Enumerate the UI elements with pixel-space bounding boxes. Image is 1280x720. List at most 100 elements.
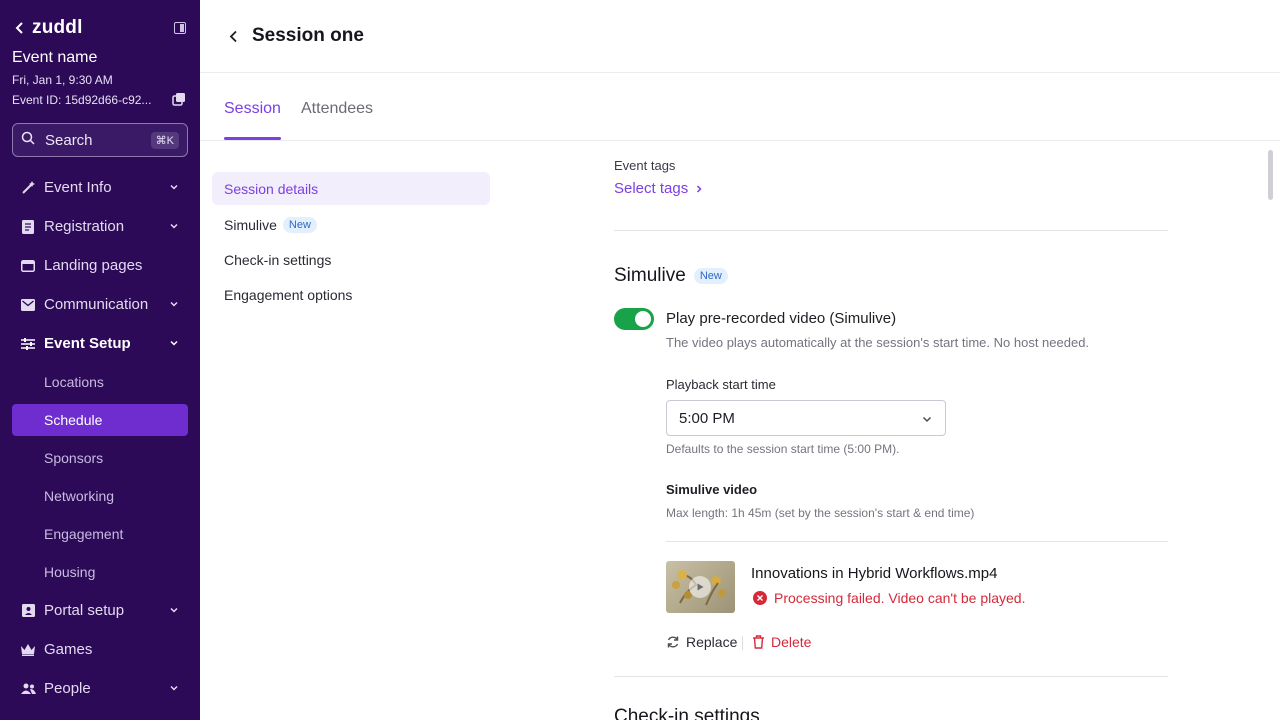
chevron-down-icon xyxy=(170,340,178,346)
section-nav-session-details[interactable]: Session details xyxy=(212,172,490,205)
chevron-down-icon xyxy=(170,223,178,229)
section-nav-label: Engagement options xyxy=(224,286,353,303)
delete-label: Delete xyxy=(771,634,812,650)
replace-label: Replace xyxy=(686,634,738,650)
people-icon xyxy=(20,681,36,697)
search-shortcut: ⌘K xyxy=(150,131,179,149)
chevron-right-icon xyxy=(697,184,702,193)
chevron-down-icon xyxy=(170,301,178,307)
video-divider xyxy=(666,541,1168,542)
chevron-down-icon xyxy=(922,416,932,423)
playback-start-select[interactable]: 5:00 PM xyxy=(666,400,946,436)
browser-icon xyxy=(20,258,36,274)
search-icon xyxy=(21,131,35,150)
simulive-toggle-help: The video plays automatically at the ses… xyxy=(666,335,1090,350)
event-date: Fri, Jan 1, 9:30 AM xyxy=(12,73,113,87)
playback-start-help: Defaults to the session start time (5:00… xyxy=(666,442,900,456)
brand-row: zuddl xyxy=(12,16,188,40)
sidebar-subitem-networking[interactable]: Networking xyxy=(12,477,188,515)
sidebar-item-label: Portal setup xyxy=(44,602,125,619)
simulive-section-title: Simulive New xyxy=(614,265,728,287)
section-nav-label: Session details xyxy=(224,180,319,197)
sidebar-subitem-housing[interactable]: Housing xyxy=(12,553,188,591)
sidebar-item-portal-setup[interactable]: Portal setup xyxy=(12,591,188,630)
sidebar-subitem-engagement[interactable]: Engagement xyxy=(12,515,188,553)
new-badge: New xyxy=(282,216,317,233)
chevron-down-icon xyxy=(170,607,178,613)
session-details-form: Event tags Select tags Simulive New Play… xyxy=(614,150,1168,720)
back-to-events-icon[interactable] xyxy=(12,18,28,38)
trash-icon xyxy=(753,635,764,649)
sidebar-item-registration[interactable]: Registration xyxy=(12,207,188,246)
playback-start-value: 5:00 PM xyxy=(679,409,735,427)
sidebar-nav: Event Info Registration Landing pages Co… xyxy=(12,168,188,708)
sliders-icon xyxy=(20,336,36,352)
wand-icon xyxy=(20,180,36,196)
simulive-video-label: Simulive video xyxy=(666,482,758,497)
form-icon xyxy=(20,219,36,235)
sidebar-item-event-info[interactable]: Event Info xyxy=(12,168,188,207)
sidebar-item-label: Registration xyxy=(44,218,125,235)
copy-icon[interactable] xyxy=(172,92,188,108)
sidebar-item-label: Communication xyxy=(44,296,149,313)
sidebar-item-label: Landing pages xyxy=(44,257,143,274)
sidebar-item-people[interactable]: People xyxy=(12,669,188,708)
select-tags-link[interactable]: Select tags xyxy=(614,180,704,197)
replace-video-button[interactable]: Replace xyxy=(666,634,737,650)
sidebar-item-event-setup[interactable]: Event Setup xyxy=(12,324,188,363)
section-nav: Session details Simulive New Check-in se… xyxy=(212,172,490,312)
section-nav-check-in-settings[interactable]: Check-in settings xyxy=(212,242,490,277)
video-error-text: Processing failed. Video can't be played… xyxy=(774,590,1026,606)
event-tags-label: Event tags xyxy=(614,158,676,173)
mail-icon xyxy=(20,297,36,313)
sidebar-subitem-schedule[interactable]: Schedule xyxy=(12,404,188,436)
crown-icon xyxy=(20,642,36,658)
sidebar-item-label: Event Info xyxy=(44,179,112,196)
playback-start-label: Playback start time xyxy=(666,377,776,392)
back-icon[interactable] xyxy=(224,26,242,46)
simulive-video-help: Max length: 1h 45m (set by the session's… xyxy=(666,506,975,520)
play-icon xyxy=(689,576,711,598)
error-icon xyxy=(753,591,767,605)
chevron-down-icon xyxy=(170,685,178,691)
simulive-toggle[interactable] xyxy=(614,308,654,330)
active-tab-indicator xyxy=(224,137,281,140)
simulive-toggle-label: Play pre-recorded video (Simulive) xyxy=(666,310,897,327)
brand-logo: zuddl xyxy=(32,17,83,38)
new-badge: New xyxy=(693,268,728,284)
search-placeholder: Search xyxy=(45,131,93,149)
select-tags-label: Select tags xyxy=(614,180,689,197)
section-nav-label: Check-in settings xyxy=(224,251,332,268)
section-divider xyxy=(614,230,1168,231)
video-thumbnail[interactable] xyxy=(666,561,735,613)
page-header: Session one xyxy=(200,0,1280,73)
section-nav-simulive[interactable]: Simulive New xyxy=(212,207,490,242)
collapse-sidebar-icon[interactable] xyxy=(172,20,188,36)
sidebar-item-label: Event Setup xyxy=(44,335,131,352)
tab-session[interactable]: Session xyxy=(224,100,281,118)
tab-attendees[interactable]: Attendees xyxy=(301,100,373,118)
event-id: Event ID: 15d92d66-c92... xyxy=(12,93,152,107)
section-nav-engagement-options[interactable]: Engagement options xyxy=(212,277,490,312)
section-divider xyxy=(614,676,1168,677)
sidebar-item-label: Games xyxy=(44,641,93,658)
tab-bar: Session Attendees xyxy=(200,73,1280,141)
sidebar-item-landing-pages[interactable]: Landing pages xyxy=(12,246,188,285)
chevron-down-icon xyxy=(170,184,178,190)
portal-icon xyxy=(20,603,36,619)
check-in-settings-title: Check-in settings xyxy=(614,706,760,720)
simulive-title-text: Simulive xyxy=(614,265,686,286)
search-input[interactable]: Search ⌘K xyxy=(12,123,188,157)
sidebar-item-games[interactable]: Games xyxy=(12,630,188,669)
action-separator xyxy=(742,636,743,650)
sidebar-subitem-locations[interactable]: Locations xyxy=(12,363,188,401)
sidebar: zuddl Event name Fri, Jan 1, 9:30 AM Eve… xyxy=(0,0,200,720)
sidebar-subitem-sponsors[interactable]: Sponsors xyxy=(12,439,188,477)
section-nav-label: Simulive xyxy=(224,216,277,233)
sidebar-item-communication[interactable]: Communication xyxy=(12,285,188,324)
content-scrollbar[interactable] xyxy=(1268,150,1273,200)
video-error-message: Processing failed. Video can't be played… xyxy=(751,590,1025,606)
event-name: Event name xyxy=(12,49,98,66)
delete-video-button[interactable]: Delete xyxy=(752,634,811,650)
page-title: Session one xyxy=(252,25,364,46)
